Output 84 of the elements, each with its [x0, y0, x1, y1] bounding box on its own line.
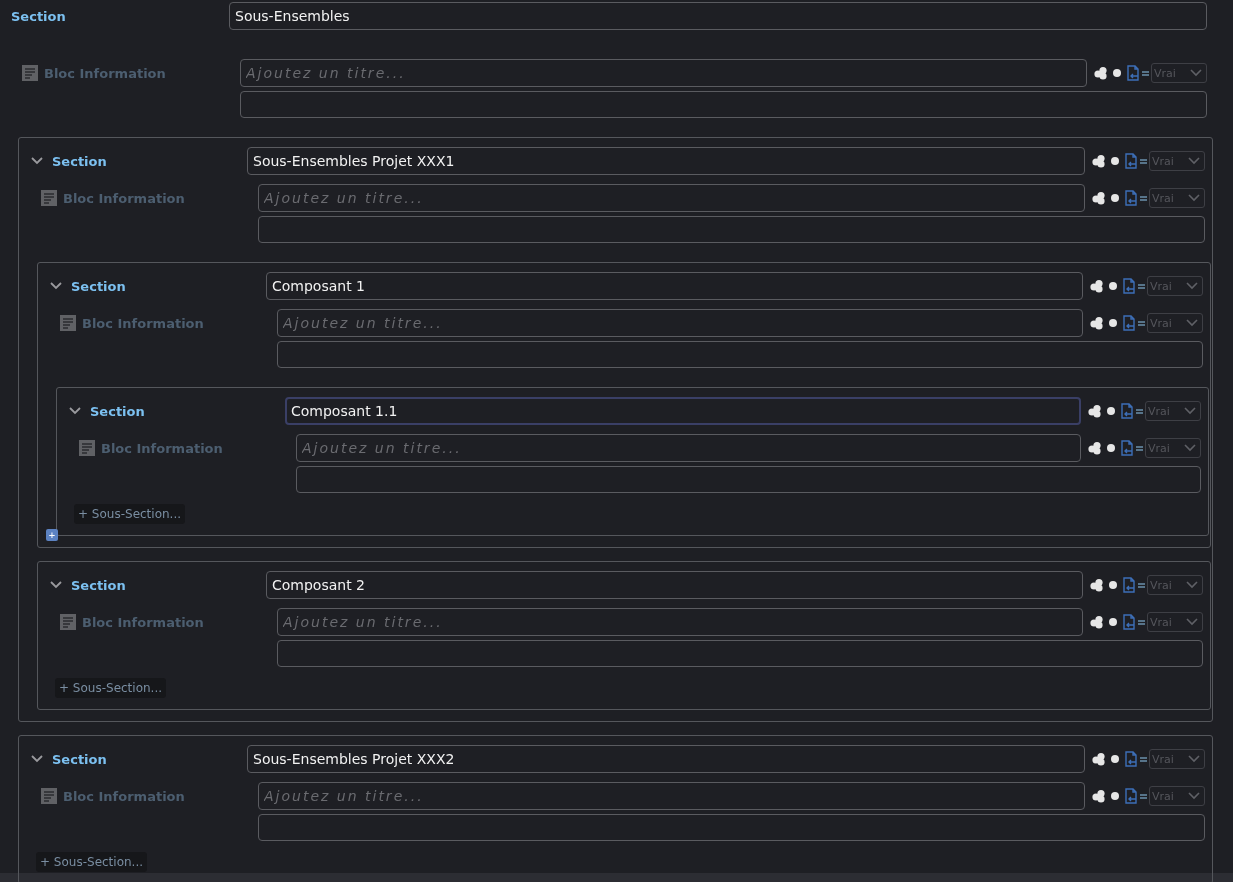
cluster-icon[interactable] [1091, 789, 1106, 803]
cluster-icon[interactable] [1089, 279, 1104, 293]
info-text-field[interactable] [296, 466, 1201, 493]
title-field[interactable]: Sous-Ensembles [229, 2, 1207, 30]
info-label: Bloc Information [63, 190, 185, 206]
info-label: Bloc Information [44, 65, 166, 81]
info-label: Bloc Information [101, 440, 223, 456]
cluster-icon[interactable] [1091, 154, 1106, 168]
info-title-field[interactable]: Ajoutez un titre... [258, 184, 1085, 212]
dot-icon[interactable] [1111, 194, 1119, 202]
dot-icon[interactable] [1107, 444, 1115, 452]
text-block-icon [22, 65, 38, 81]
cluster-icon[interactable] [1087, 441, 1102, 455]
document-equals-icon[interactable] [1122, 278, 1146, 294]
text-block-icon [79, 440, 95, 456]
document-equals-icon[interactable] [1126, 65, 1150, 81]
cluster-icon[interactable] [1091, 191, 1106, 205]
caret-icon[interactable] [1186, 581, 1198, 589]
dot-icon[interactable] [1111, 157, 1119, 165]
caret-icon[interactable] [1184, 444, 1196, 452]
info-title-field[interactable]: Ajoutez un titre... [240, 59, 1087, 87]
info-title-field[interactable]: Ajoutez un titre... [258, 782, 1085, 810]
document-equals-icon[interactable] [1120, 403, 1144, 419]
info-title-field[interactable]: Ajoutez un titre... [277, 309, 1083, 337]
add-subsection-button[interactable]: + Sous-Section... [74, 504, 186, 524]
info-text-field[interactable] [258, 216, 1205, 243]
title-field[interactable]: Composant 1 [266, 272, 1083, 300]
document-equals-icon[interactable] [1122, 614, 1146, 630]
section-label: Section [11, 8, 66, 24]
text-block-icon [60, 315, 76, 331]
title-field[interactable]: Sous-Ensembles Projet XXX1 [247, 147, 1085, 175]
add-subsection-button[interactable]: + Sous-Section... [55, 678, 167, 698]
caret-icon[interactable] [1188, 792, 1200, 800]
info-text-field[interactable] [258, 814, 1205, 841]
text-block-icon [60, 614, 76, 630]
title-field[interactable]: Sous-Ensembles Projet XXX2 [247, 745, 1085, 773]
info-title-field[interactable]: Ajoutez un titre... [277, 608, 1083, 636]
document-equals-icon[interactable] [1124, 153, 1148, 169]
dot-icon[interactable] [1109, 618, 1117, 626]
text-block-icon [41, 190, 57, 206]
document-equals-icon[interactable] [1122, 315, 1146, 331]
info-text-field[interactable] [277, 341, 1203, 368]
document-equals-icon[interactable] [1122, 577, 1146, 593]
title-field[interactable]: Composant 2 [266, 571, 1083, 599]
dot-icon[interactable] [1111, 792, 1119, 800]
add-subsection-button[interactable]: + Sous-Section... [36, 852, 148, 872]
add-badge[interactable]: + [46, 529, 58, 541]
cluster-icon[interactable] [1091, 752, 1106, 766]
cluster-icon[interactable] [1093, 66, 1108, 80]
info-label: Bloc Information [82, 315, 204, 331]
section-label: Section [52, 153, 107, 169]
caret-icon[interactable] [1186, 618, 1198, 626]
cluster-icon[interactable] [1089, 578, 1104, 592]
dot-icon[interactable] [1113, 69, 1121, 77]
caret-icon[interactable] [1188, 157, 1200, 165]
caret-icon[interactable] [1188, 755, 1200, 763]
document-equals-icon[interactable] [1124, 190, 1148, 206]
section-label: Section [71, 278, 126, 294]
info-label: Bloc Information [82, 614, 204, 630]
caret-icon[interactable] [1186, 319, 1198, 327]
title-field[interactable]: Composant 1.1 [285, 397, 1081, 425]
info-title-field[interactable]: Ajoutez un titre... [296, 434, 1081, 462]
caret-icon[interactable] [1184, 407, 1196, 415]
caret-icon[interactable] [1188, 194, 1200, 202]
text-block-icon [41, 788, 57, 804]
cluster-icon[interactable] [1089, 316, 1104, 330]
info-text-field[interactable] [277, 640, 1203, 667]
section-label: Section [90, 403, 145, 419]
document-equals-icon[interactable] [1120, 440, 1144, 456]
dot-icon[interactable] [1107, 407, 1115, 415]
dot-icon[interactable] [1109, 581, 1117, 589]
dot-icon[interactable] [1109, 282, 1117, 290]
document-equals-icon[interactable] [1124, 788, 1148, 804]
document-equals-icon[interactable] [1124, 751, 1148, 767]
caret-icon[interactable] [1186, 282, 1198, 290]
cluster-icon[interactable] [1089, 615, 1104, 629]
dot-icon[interactable] [1111, 755, 1119, 763]
info-label: Bloc Information [63, 788, 185, 804]
section-label: Section [52, 751, 107, 767]
cluster-icon[interactable] [1087, 404, 1102, 418]
caret-icon[interactable] [1190, 69, 1202, 77]
info-text-field[interactable] [240, 91, 1207, 118]
dot-icon[interactable] [1109, 319, 1117, 327]
section-label: Section [71, 577, 126, 593]
